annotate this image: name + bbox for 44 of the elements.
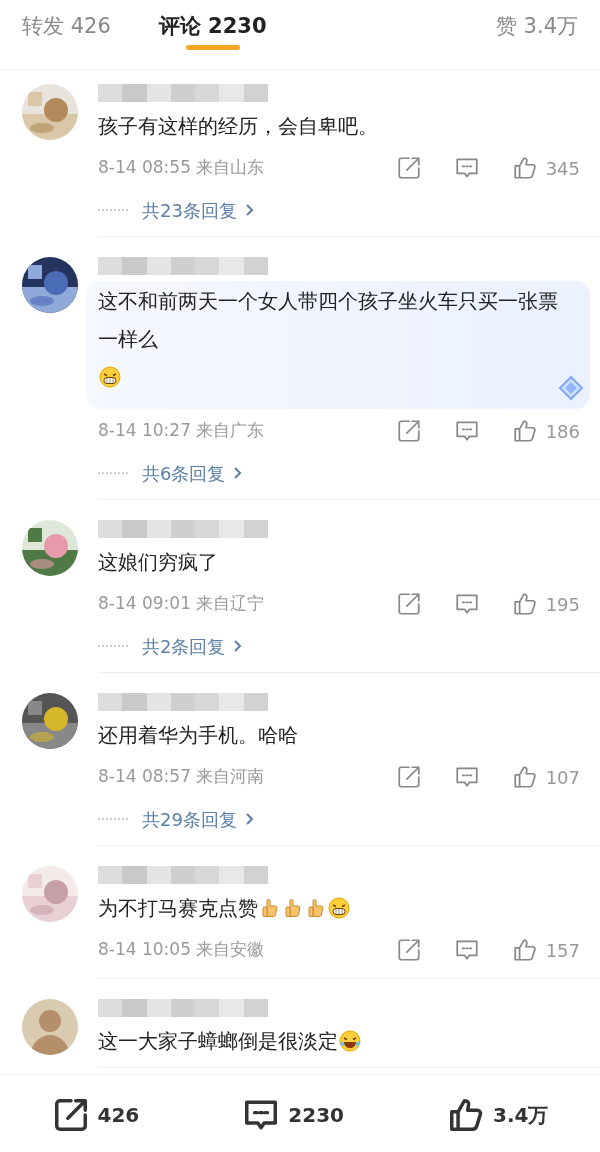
comment-text: 还用着华为手机。哈哈 [98, 723, 298, 749]
repost-button[interactable]: 426 [51, 1095, 140, 1134]
share-icon[interactable] [395, 937, 422, 963]
tab[interactable]: 评论 2230 [158, 0, 267, 50]
chevron-icon [233, 466, 244, 480]
grin-icon [327, 897, 350, 920]
thumbs-up-icon[interactable] [511, 764, 538, 790]
tab[interactable]: 转发 426 [22, 0, 111, 50]
replies-link[interactable]: 共6条回复 [142, 459, 244, 487]
like-button[interactable]: 186 [511, 417, 580, 445]
like-button[interactable]: 3.4万 [447, 1095, 549, 1134]
thumbs-up-icon[interactable] [511, 418, 538, 444]
grin-icon [98, 366, 121, 389]
like-button[interactable]: 345 [511, 154, 580, 182]
comment-text: 为不打马赛克点赞 [98, 896, 258, 922]
comment-button[interactable]: 2230 [242, 1095, 344, 1134]
share-icon[interactable] [395, 418, 422, 444]
replies-link[interactable]: 共23条回复 [142, 196, 255, 224]
thumbs-up-icon[interactable] [511, 155, 538, 181]
chevron-icon [244, 203, 255, 217]
thumbs-up-icon[interactable] [511, 937, 538, 963]
chevron-icon [233, 639, 244, 653]
comment-text: 孩子有这样的经历，会自卑吧。 [98, 114, 378, 140]
comment-meta: 8-14 10:05 来自安徽 [98, 938, 265, 962]
diamond-icon [556, 373, 586, 403]
like-button[interactable]: 157 [511, 936, 580, 964]
share-icon[interactable] [395, 764, 422, 790]
tab[interactable]: 赞 3.4万 [495, 0, 578, 50]
like-button[interactable]: 195 [511, 590, 580, 618]
comment-meta: 8-14 08:55 来自山东 [98, 156, 265, 180]
replies-link[interactable]: 共29条回复 [142, 805, 255, 833]
comment-meta: 8-14 08:57 来自河南 [98, 765, 265, 789]
comment-text: 这一大家子蟑螂倒是很淡定 [98, 1029, 338, 1055]
thumbs-up-icon[interactable] [511, 591, 538, 617]
share-icon[interactable] [395, 155, 422, 181]
share-icon[interactable] [395, 591, 422, 617]
like-button[interactable]: 107 [511, 763, 580, 791]
comment-text: 这不和前两天一个女人带四个孩子坐火车只买一张票一样么 [98, 289, 559, 353]
chevron-icon [244, 812, 255, 826]
comment-meta: 8-14 10:27 来自广东 [98, 419, 265, 443]
replies-link[interactable]: 共2条回复 [142, 632, 244, 660]
comment-meta: 8-14 09:01 来自辽宁 [98, 592, 265, 616]
laughing-icon [338, 1030, 361, 1053]
comment-text: 这娘们穷疯了 [98, 550, 218, 576]
